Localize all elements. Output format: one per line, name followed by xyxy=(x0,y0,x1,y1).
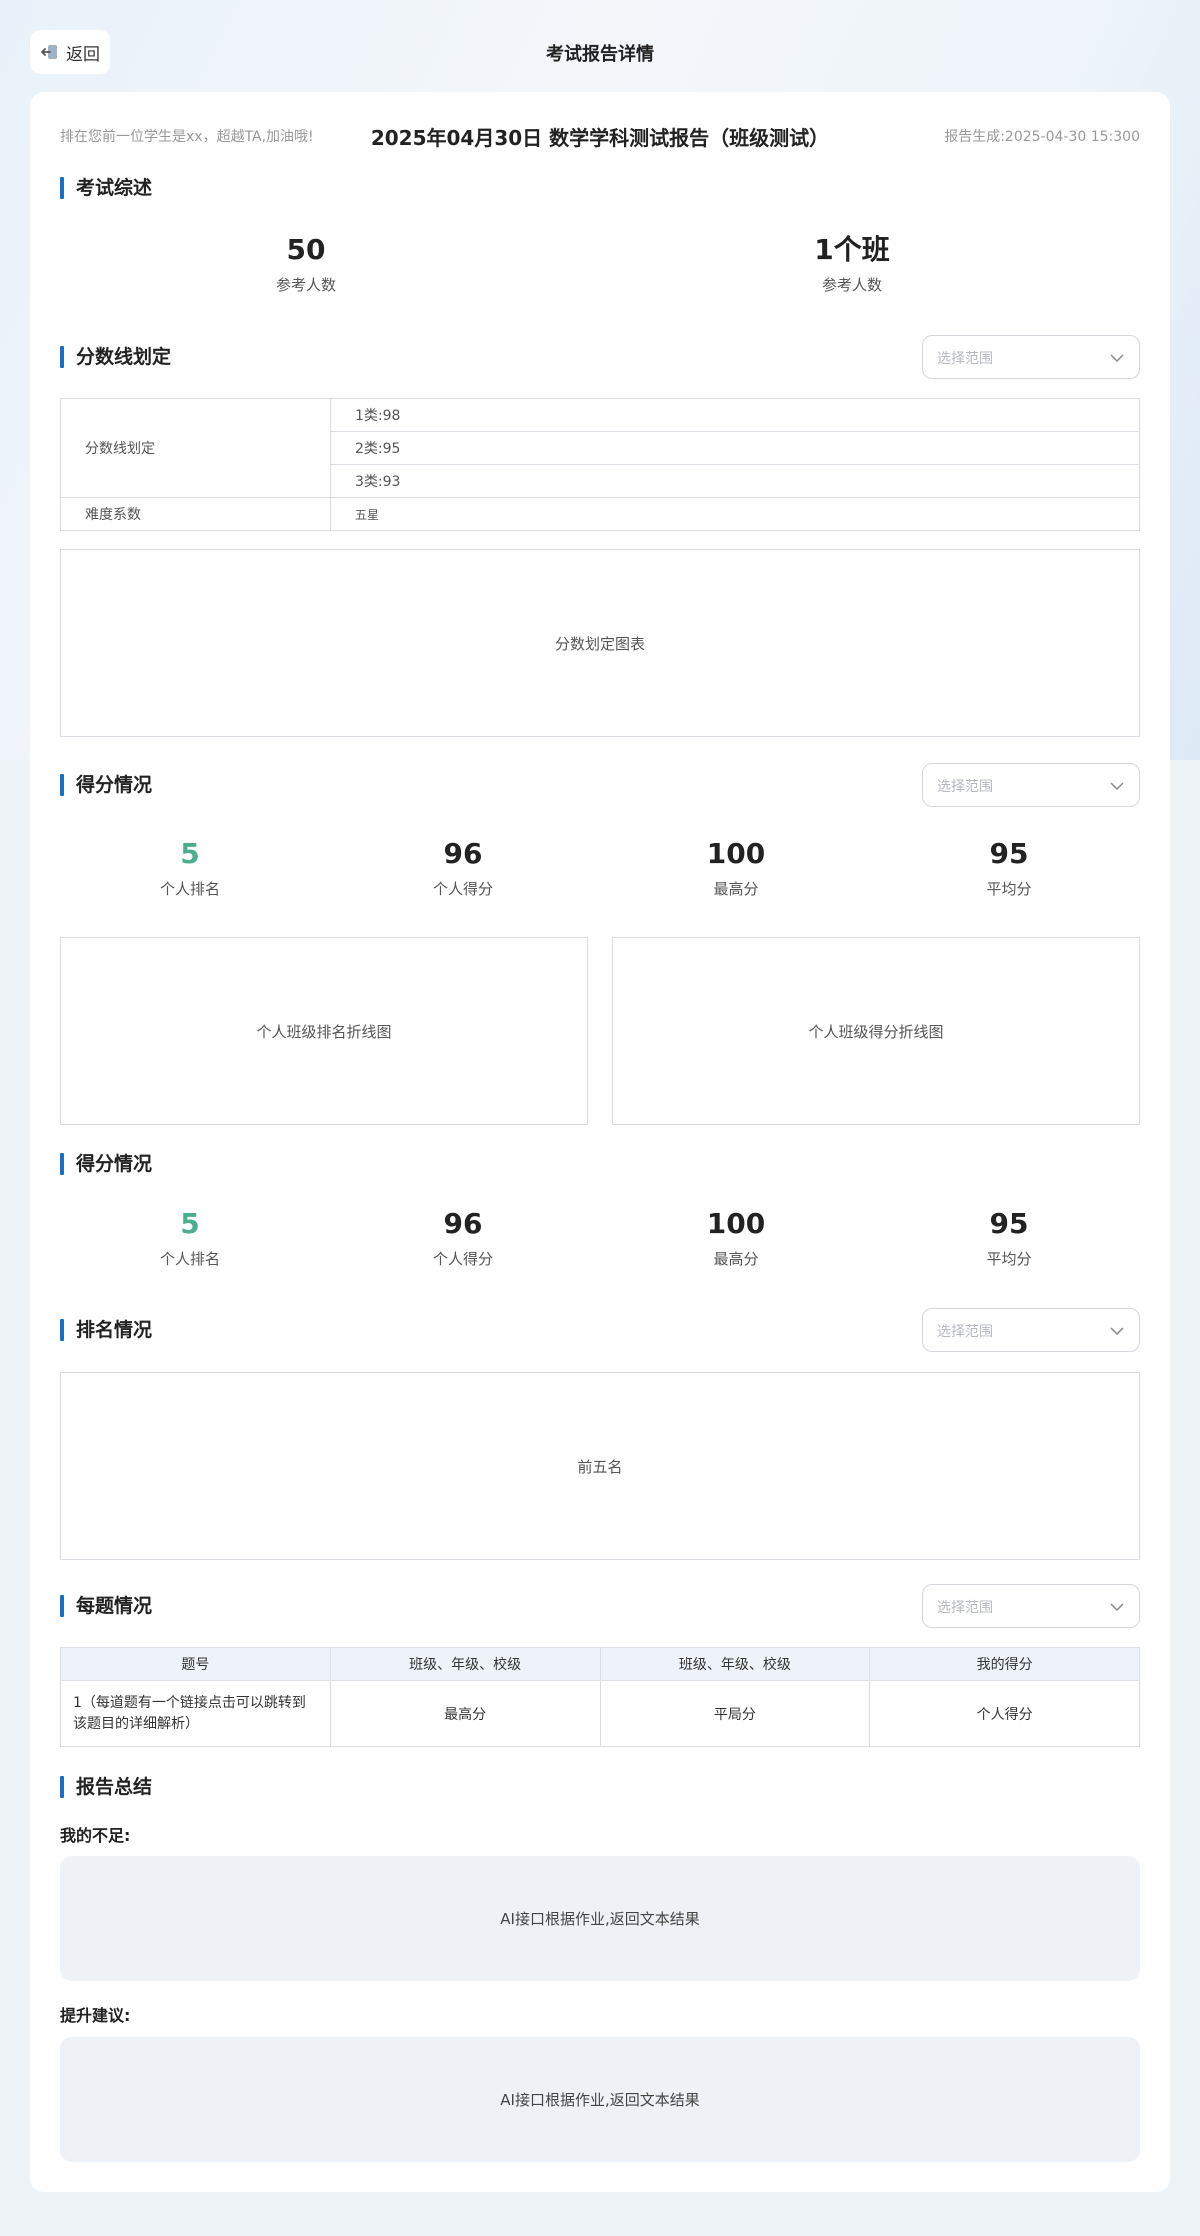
highest-score-stat: 100 最高分 xyxy=(636,836,836,899)
table-row: 分数线划定 1类:98 xyxy=(60,398,1140,498)
stat-label: 个人排名 xyxy=(159,880,220,898)
column-header: 题号 xyxy=(60,1647,331,1681)
select-placeholder: 选择范围 xyxy=(937,779,993,795)
score-line-value: 3类:93 xyxy=(330,464,1140,498)
stat-value: 95 xyxy=(989,837,1029,870)
stat-label: 最高分 xyxy=(713,1250,759,1268)
score-line-range-select[interactable]: 选择范围 xyxy=(922,335,1140,379)
average-score-stat: 95 平均分 xyxy=(909,836,1109,899)
table-cell: 最高分 xyxy=(329,1680,601,1747)
stat-value: 5 xyxy=(180,1207,200,1240)
personal-score-stat: 96 个人得分 xyxy=(363,836,563,899)
score-situation-section-title-2: 得分情况 xyxy=(60,1152,152,1176)
advice-label: 提升建议: xyxy=(60,2006,131,2025)
score-line-value: 1类:98 xyxy=(330,398,1140,432)
chevron-down-icon xyxy=(1110,1327,1124,1336)
table-cell: 平局分 xyxy=(599,1680,871,1747)
rank-line-chart: 个人班级排名折线图 xyxy=(60,937,588,1125)
table-row: 难度系数 五星 xyxy=(60,497,1140,531)
stat-value: 96 xyxy=(443,837,483,870)
stat-label: 参考人数 xyxy=(275,276,336,294)
stat-label: 参考人数 xyxy=(821,276,882,294)
table-header-row: 题号 班级、年级、校级 班级、年级、校级 我的得分 xyxy=(60,1647,1140,1681)
stat-value: 100 xyxy=(706,837,766,870)
ranking-range-select[interactable]: 选择范围 xyxy=(922,1308,1140,1352)
stat-label: 个人排名 xyxy=(159,1250,220,1268)
select-placeholder: 选择范围 xyxy=(937,1324,993,1340)
stat-value: 95 xyxy=(989,1207,1029,1240)
per-question-table: 题号 班级、年级、校级 班级、年级、校级 我的得分 1（每道题有一个链接点击可以… xyxy=(60,1647,1140,1747)
score-line-table: 分数线划定 1类:98 2类:95 3类:93 难度系数 五星 xyxy=(60,398,1140,531)
stat-value: 50 xyxy=(286,233,326,266)
stat-value: 5 xyxy=(180,837,200,870)
ranking-section-title: 排名情况 xyxy=(60,1318,152,1342)
stat-label: 平均分 xyxy=(986,880,1032,898)
chevron-down-icon xyxy=(1110,354,1124,363)
weakness-text: AI接口根据作业,返回文本结果 xyxy=(500,1910,700,1928)
stat-label: 个人得分 xyxy=(432,880,493,898)
stat-label: 平均分 xyxy=(986,1250,1032,1268)
advice-result-box: AI接口根据作业,返回文本结果 xyxy=(60,2037,1140,2162)
average-score-stat: 95 平均分 xyxy=(909,1206,1109,1269)
personal-rank-stat: 5 个人排名 xyxy=(90,1206,290,1269)
stat-value: 100 xyxy=(706,1207,766,1240)
score-situation-range-select[interactable]: 选择范围 xyxy=(922,763,1140,807)
chart-placeholder-label: 前五名 xyxy=(577,1457,623,1476)
stat-value: 96 xyxy=(443,1207,483,1240)
chevron-down-icon xyxy=(1110,782,1124,791)
table-row: 1（每道题有一个链接点击可以跳转到该题目的详细解析） 最高分 平局分 个人得分 xyxy=(60,1680,1140,1747)
stat-label: 最高分 xyxy=(713,880,759,898)
overview-section-title: 考试综述 xyxy=(60,176,152,200)
select-placeholder: 选择范围 xyxy=(937,351,993,367)
personal-rank-stat: 5 个人排名 xyxy=(90,836,290,899)
difficulty-value: 五星 xyxy=(330,497,1140,531)
top-five-chart: 前五名 xyxy=(60,1372,1140,1560)
score-line-section-title: 分数线划定 xyxy=(60,345,171,369)
column-header: 班级、年级、校级 xyxy=(329,1647,601,1681)
weakness-result-box: AI接口根据作业,返回文本结果 xyxy=(60,1856,1140,1981)
chart-placeholder-label: 分数划定图表 xyxy=(554,634,645,653)
class-count-stat: 1个班 参考人数 xyxy=(752,232,952,295)
score-line-chart-personal: 个人班级得分折线图 xyxy=(612,937,1140,1125)
select-placeholder: 选择范围 xyxy=(937,1600,993,1616)
summary-section-title: 报告总结 xyxy=(60,1775,152,1799)
stat-label: 个人得分 xyxy=(432,1250,493,1268)
report-generated-time: 报告生成:2025-04-30 15:300 xyxy=(944,129,1140,145)
column-header: 我的得分 xyxy=(869,1647,1140,1681)
difficulty-label: 难度系数 xyxy=(60,497,331,531)
question-link[interactable]: 1（每道题有一个链接点击可以跳转到该题目的详细解析） xyxy=(60,1680,331,1747)
personal-score-stat: 96 个人得分 xyxy=(363,1206,563,1269)
score-line-row-label: 分数线划定 xyxy=(60,398,331,498)
table-cell: 个人得分 xyxy=(869,1680,1140,1747)
chevron-down-icon xyxy=(1110,1603,1124,1612)
score-situation-section-title: 得分情况 xyxy=(60,773,152,797)
report-card: 排在您前一位学生是xx，超越TA,加油哦! 2025年04月30日 数学学科测试… xyxy=(30,92,1170,2192)
stat-value: 1个班 xyxy=(814,233,890,266)
score-line-value: 2类:95 xyxy=(330,431,1140,465)
participant-count-stat: 50 参考人数 xyxy=(206,232,406,295)
column-header: 班级、年级、校级 xyxy=(599,1647,871,1681)
chart-placeholder-label: 个人班级得分折线图 xyxy=(808,1022,944,1041)
highest-score-stat: 100 最高分 xyxy=(636,1206,836,1269)
per-question-section-title: 每题情况 xyxy=(60,1594,152,1618)
top-bar: 返回 考试报告详情 xyxy=(0,0,1200,92)
chart-placeholder-label: 个人班级排名折线图 xyxy=(256,1022,392,1041)
per-question-range-select[interactable]: 选择范围 xyxy=(922,1584,1140,1628)
weakness-label: 我的不足: xyxy=(60,1826,131,1845)
advice-text: AI接口根据作业,返回文本结果 xyxy=(500,2091,700,2109)
page-title: 考试报告详情 xyxy=(546,44,654,65)
score-line-chart: 分数划定图表 xyxy=(60,549,1140,737)
